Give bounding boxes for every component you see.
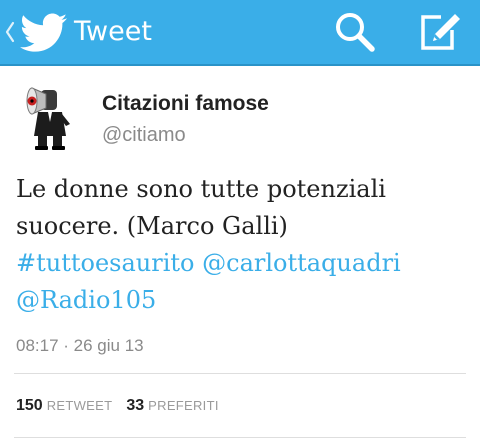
megaphone-man-avatar[interactable] [18,82,82,152]
search-icon[interactable] [331,8,379,56]
retweet-label[interactable]: RETWEET [47,398,113,413]
retweet-count[interactable]: 150 [16,397,43,414]
action-bar: Tweet [0,0,480,66]
tweet-stats: 150 RETWEET 33 PREFERITI [16,397,219,415]
compose-icon[interactable] [415,8,463,56]
divider [14,437,466,438]
mention-link[interactable]: @carlottaquadri [202,249,401,277]
tweet-body: Le donne sono tutte potenziali suocere. … [16,175,386,240]
author-handle[interactable]: @citiamo [102,124,186,147]
hashtag-link[interactable]: #tuttoesaurito [16,249,194,277]
page-title: Tweet [74,16,152,47]
tweet-timestamp: 08:17 · 26 giu 13 [16,336,144,355]
divider [14,373,466,374]
favorite-label[interactable]: PREFERITI [148,398,219,413]
favorite-count[interactable]: 33 [126,397,144,414]
twitter-bird-icon[interactable] [20,13,68,53]
chevron-left-icon[interactable] [4,17,16,47]
tweet-text: Le donne sono tutte potenziali suocere. … [16,171,472,319]
author-name[interactable]: Citazioni famose [102,92,269,116]
mention-link[interactable]: @Radio105 [16,286,156,314]
